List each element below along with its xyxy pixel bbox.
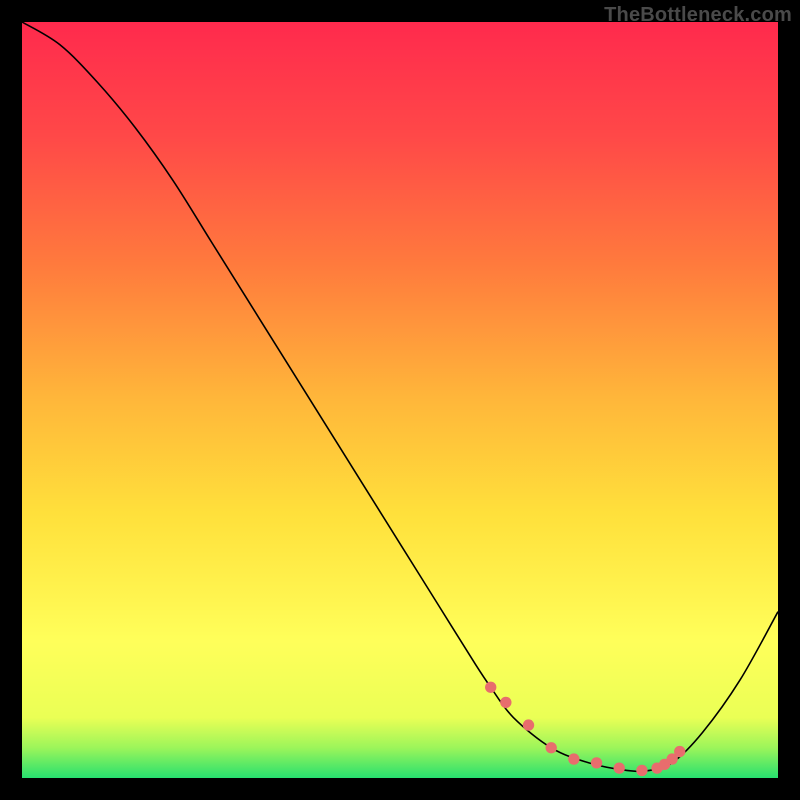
optimal-marker	[485, 682, 496, 693]
optimal-marker	[674, 746, 685, 757]
optimal-marker	[591, 757, 602, 768]
optimal-marker	[523, 719, 534, 730]
chart-svg	[22, 22, 778, 778]
optimal-marker	[546, 742, 557, 753]
optimal-marker	[614, 763, 625, 774]
watermark-text: TheBottleneck.com	[604, 4, 792, 27]
bottleneck-curve	[22, 22, 778, 771]
optimal-marker	[568, 753, 579, 764]
optimal-marker	[500, 697, 511, 708]
chart-frame: TheBottleneck.com	[0, 0, 800, 800]
optimal-marker	[636, 765, 647, 776]
